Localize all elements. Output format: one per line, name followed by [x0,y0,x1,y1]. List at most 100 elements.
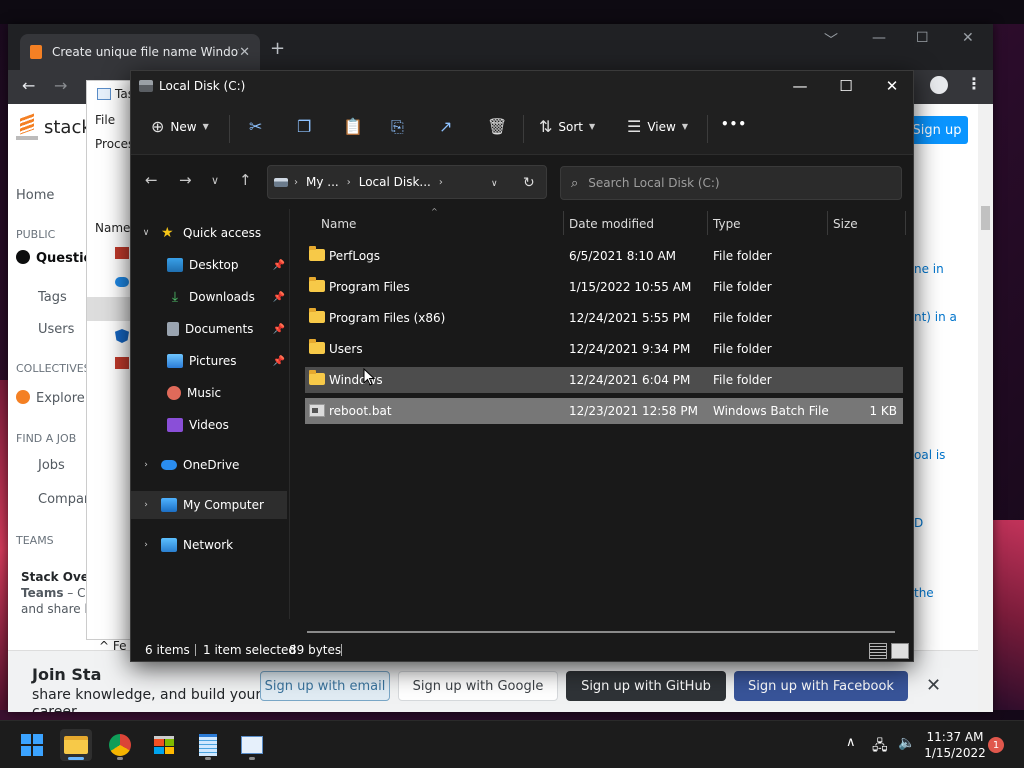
chrome-tab-search-icon[interactable]: ﹀ [824,30,838,50]
stackoverflow-logo[interactable]: stack [16,114,92,140]
chrome-maximize-button[interactable]: ☐ [916,30,929,46]
network-status-icon[interactable]: 🖧 [872,735,888,759]
nav-documents[interactable]: Documents 📌 [131,315,287,343]
taskbar-store[interactable] [148,729,180,761]
new-tab-button[interactable]: + [270,38,285,59]
copy-icon[interactable]: ❐ [297,117,311,136]
horizontal-scrollbar[interactable] [307,631,895,633]
taskbar-notepad[interactable] [192,729,224,761]
selected-process-row[interactable] [87,297,135,321]
new-button[interactable]: ⊕ New ▼ [151,117,209,136]
refresh-icon[interactable]: ↻ [523,175,535,191]
sort-button[interactable]: ⇅ Sort ▼ [539,117,595,136]
file-row[interactable]: Users 12/24/2021 9:34 PM File folder [305,336,903,362]
details-view-icon[interactable] [869,643,887,659]
taskmgr-fewer-details[interactable]: ^ Fe [99,639,127,653]
explorer-minimize-button[interactable]: — [777,77,823,95]
signup-google-button[interactable]: Sign up with Google [398,671,558,701]
file-row[interactable]: Program Files 1/15/2022 10:55 AM File fo… [305,274,903,300]
delete-icon[interactable]: 🗑 [487,117,507,136]
pane-splitter[interactable] [289,209,290,619]
so-nav-users[interactable]: Users [38,322,74,337]
nav-downloads[interactable]: ⤓ Downloads 📌 [131,283,287,311]
signup-email-button[interactable]: Sign up with email [260,671,390,701]
start-button[interactable] [16,729,48,761]
column-header-date[interactable]: Date modified [569,217,654,231]
banner-close-icon[interactable]: ✕ [926,675,941,696]
nav-network[interactable]: › Network [131,531,287,559]
share-icon[interactable]: ↗ [439,117,452,136]
breadcrumb-local-disk[interactable]: Local Disk... [359,175,431,189]
nav-quick-access[interactable]: ∨ ★ Quick access [131,219,287,247]
rename-icon[interactable]: ⎘ [391,117,404,137]
so-nav-explore[interactable]: Explore [16,390,85,406]
page-scroll-thumb[interactable] [981,206,990,230]
taskmgr-col-name[interactable]: Name [95,221,130,235]
nav-my-computer[interactable]: › My Computer [131,491,287,519]
volume-icon[interactable]: 🔈 [898,735,915,751]
so-snippet[interactable]: oal is [914,448,945,462]
page-scrollbar[interactable] [978,104,993,712]
paste-icon[interactable]: 📋 [343,117,363,136]
so-snippet[interactable]: D [914,516,923,530]
pin-icon[interactable]: 📌 [273,292,285,303]
column-divider[interactable] [563,211,564,235]
column-divider[interactable] [707,211,708,235]
search-input[interactable]: ⌕ Search Local Disk (C:) [560,166,902,200]
file-row[interactable]: PerfLogs 6/5/2021 8:10 AM File folder [305,243,903,269]
back-arrow-icon[interactable]: ← [145,171,158,189]
chrome-minimize-button[interactable]: — [872,30,886,46]
taskbar-file-explorer[interactable] [60,729,92,761]
signup-github-button[interactable]: Sign up with GitHub [566,671,726,701]
pin-icon[interactable]: 📌 [273,260,285,271]
breadcrumb-my-computer[interactable]: My ... [306,175,339,189]
nav-desktop[interactable]: Desktop 📌 [131,251,287,279]
chrome-menu-icon[interactable]: ⋮ [966,74,982,93]
column-divider[interactable] [905,211,906,235]
cut-icon[interactable]: ✂ [249,117,262,136]
chrome-close-button[interactable]: ✕ [962,30,974,46]
so-nav-tags[interactable]: Tags [38,290,67,305]
forward-arrow-icon[interactable]: → [179,171,192,189]
taskmgr-menu-file[interactable]: File [95,113,115,127]
up-arrow-icon[interactable]: ↑ [239,171,252,189]
tab-close-icon[interactable]: ✕ [239,45,250,60]
file-row-hovered[interactable]: Windows 12/24/2021 6:04 PM File folder [305,367,903,393]
so-snippet[interactable]: nt) in a [914,310,957,324]
nav-pictures[interactable]: Pictures 📌 [131,347,287,375]
notification-badge[interactable]: 1 [988,737,1004,753]
more-options-icon[interactable]: ••• [721,117,747,131]
chrome-tab[interactable]: Create unique file name Window ✕ [20,34,260,70]
nav-onedrive[interactable]: › OneDrive [131,451,287,479]
show-hidden-icons-icon[interactable]: ∧ [846,735,856,750]
pin-icon[interactable]: 📌 [273,356,285,367]
signup-facebook-button[interactable]: Sign up with Facebook [734,671,908,701]
clock[interactable]: 11:37 AM 1/15/2022 [924,729,986,761]
taskmgr-tab-processes[interactable]: Proces [95,137,134,151]
task-manager-window[interactable]: Tas File Proces Name ^ Fe [86,80,136,653]
column-header-type[interactable]: Type [713,217,741,231]
forward-arrow-icon[interactable]: → [54,76,67,95]
back-arrow-icon[interactable]: ← [22,76,35,95]
so-snippet[interactable]: ne in [914,262,944,276]
explorer-title-bar[interactable]: Local Disk (C:) — ☐ ✕ [131,71,913,103]
so-nav-jobs[interactable]: Jobs [38,458,65,473]
taskbar-task-manager[interactable] [236,729,268,761]
recent-locations-chevron-icon[interactable]: ∨ [211,174,219,187]
so-nav-home[interactable]: Home [16,188,54,203]
column-divider[interactable] [827,211,828,235]
large-icons-view-icon[interactable] [891,643,909,659]
column-header-size[interactable]: Size [833,217,858,231]
taskbar-chrome[interactable] [104,729,136,761]
file-row-selected[interactable]: reboot.bat 12/23/2021 12:58 PM Windows B… [305,398,903,424]
address-dropdown-chevron-icon[interactable]: ∨ [491,179,498,189]
profile-avatar-icon[interactable] [930,76,948,94]
explorer-maximize-button[interactable]: ☐ [823,77,869,95]
pin-icon[interactable]: 📌 [273,324,285,335]
so-nav-questions[interactable]: Questio [16,250,92,266]
so-nav-companies[interactable]: Compan [38,492,92,507]
nav-music[interactable]: Music [131,379,287,407]
explorer-close-button[interactable]: ✕ [869,77,915,95]
address-bar[interactable]: › My ... › Local Disk... › [267,165,547,199]
view-button[interactable]: ☰ View ▼ [627,117,688,136]
